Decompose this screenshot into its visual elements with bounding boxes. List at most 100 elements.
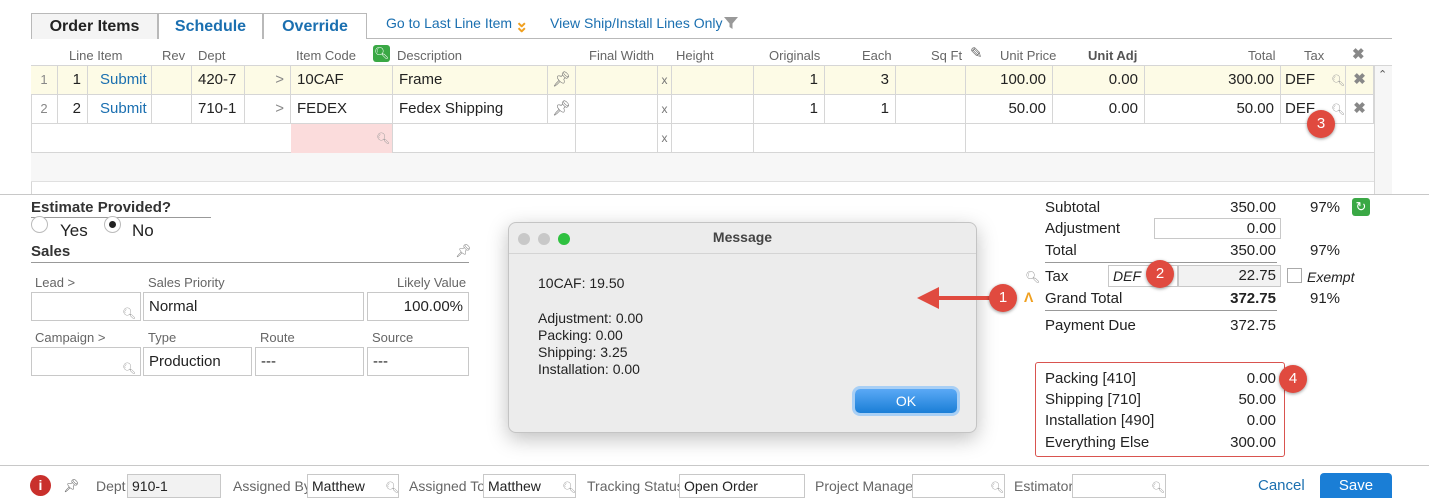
dialog-line: Adjustment: 0.00: [538, 310, 644, 326]
close-icon[interactable]: ✖: [1352, 45, 1365, 63]
breakdown-label: Installation [490]: [1045, 412, 1155, 429]
likely-value-input[interactable]: 100.00%: [367, 292, 469, 321]
each-cell[interactable]: 1: [825, 95, 896, 124]
callout-badge-3: 3: [1307, 110, 1335, 138]
radio-yes[interactable]: [31, 216, 48, 233]
grid-scrollbar[interactable]: ⌃: [1374, 66, 1392, 195]
unit-adj-cell[interactable]: 0.00: [1053, 95, 1145, 124]
save-button[interactable]: Save: [1320, 473, 1392, 498]
each-cell[interactable]: 3: [825, 66, 896, 95]
delete-row-icon[interactable]: ✖: [1346, 66, 1374, 95]
search-green-icon[interactable]: 🔍︎: [373, 45, 390, 62]
filter-icon[interactable]: [723, 15, 739, 31]
exempt-checkbox[interactable]: [1287, 268, 1302, 283]
total-cell: 300.00: [1145, 66, 1281, 95]
lead-label[interactable]: Lead >: [35, 275, 75, 290]
source-select[interactable]: ---: [367, 347, 469, 376]
sq-ft-cell[interactable]: [896, 95, 966, 124]
header-unit-price: Unit Price: [1000, 48, 1057, 63]
grand-total-value: 372.75: [1230, 290, 1276, 307]
tracking-status-field[interactable]: Open Order: [679, 474, 805, 498]
final-width-input[interactable]: [576, 124, 658, 153]
info-icon[interactable]: i: [30, 475, 51, 496]
tab-override[interactable]: Override: [263, 13, 367, 39]
originals-cell[interactable]: 1: [754, 95, 825, 124]
pin-icon[interactable]: 📌︎: [455, 243, 472, 259]
unit-price-cell[interactable]: 100.00: [966, 66, 1053, 95]
message-dialog: Message 10CAF: 19.50 Adjustment: 0.00 Pa…: [508, 222, 977, 433]
grand-divider: [1045, 310, 1277, 311]
search-icon[interactable]: 🔍︎: [1331, 74, 1345, 87]
campaign-label[interactable]: Campaign >: [35, 330, 105, 345]
item-code-cell[interactable]: 10CAF: [291, 66, 393, 95]
final-width-cell[interactable]: [576, 66, 658, 95]
breakdown-label: Shipping [710]: [1045, 391, 1141, 408]
description-cell[interactable]: Frame: [393, 66, 548, 95]
unit-adj-cell[interactable]: 0.00: [1053, 66, 1145, 95]
dept-cell[interactable]: 420-7: [192, 66, 245, 95]
header-line-item: Line Item: [69, 48, 123, 63]
item-code-cell[interactable]: FEDEX: [291, 95, 393, 124]
originals-input[interactable]: [754, 124, 966, 153]
height-cell[interactable]: [672, 95, 754, 124]
header-unit-adj: Unit Adj: [1088, 48, 1138, 63]
height-input[interactable]: [672, 124, 754, 153]
dept-cell[interactable]: 710-1: [192, 95, 245, 124]
new-entry-row[interactable]: 🔍︎ x: [31, 124, 1374, 153]
lead-input[interactable]: 🔍︎: [31, 292, 141, 321]
rev-cell[interactable]: [152, 66, 192, 95]
search-icon[interactable]: 🔍︎: [990, 481, 1004, 494]
sales-priority-select[interactable]: Normal: [143, 292, 364, 321]
tab-order-items[interactable]: Order Items: [31, 13, 158, 39]
go-to-last-line-link[interactable]: Go to Last Line Item: [386, 15, 512, 31]
height-cell[interactable]: [672, 66, 754, 95]
type-select[interactable]: Production: [143, 347, 252, 376]
originals-cell[interactable]: 1: [754, 66, 825, 95]
search-icon[interactable]: 🔍︎: [122, 356, 136, 383]
search-icon[interactable]: 🔍︎: [1151, 481, 1165, 494]
chevron-double-down-icon-2: ⌄: [515, 19, 529, 36]
search-icon[interactable]: 🔍︎: [1331, 103, 1345, 116]
sales-priority-label: Sales Priority: [148, 275, 225, 290]
subtotal-percent: 97%: [1310, 199, 1341, 216]
search-icon[interactable]: 🔍︎: [1025, 270, 1040, 284]
dept-arrow[interactable]: >: [245, 66, 291, 95]
description-input[interactable]: [393, 124, 576, 153]
rev-cell[interactable]: [152, 95, 192, 124]
pin-icon[interactable]: 📌︎: [548, 66, 576, 95]
search-icon[interactable]: 🔍︎: [122, 301, 136, 328]
submit-link[interactable]: Submit: [88, 66, 152, 95]
pin-icon[interactable]: 📌︎: [63, 478, 80, 494]
table-row[interactable]: 2 2 Submit 710-1 > FEDEX Fedex Shipping …: [31, 95, 1374, 124]
refresh-icon[interactable]: ↻: [1352, 198, 1370, 216]
radio-no[interactable]: [104, 216, 121, 233]
campaign-input[interactable]: 🔍︎: [31, 347, 141, 376]
view-ship-install-link[interactable]: View Ship/Install Lines Only: [550, 15, 723, 31]
ok-button[interactable]: OK: [855, 389, 957, 413]
tab-schedule[interactable]: Schedule: [158, 13, 263, 39]
search-icon[interactable]: 🔍︎: [562, 481, 576, 494]
dialog-line: Installation: 0.00: [538, 361, 640, 377]
submit-link[interactable]: Submit: [88, 95, 152, 124]
cancel-button[interactable]: Cancel: [1258, 477, 1305, 494]
route-select[interactable]: ---: [255, 347, 364, 376]
breakdown-value: 0.00: [1246, 370, 1276, 387]
delete-row-icon[interactable]: ✖: [1346, 95, 1374, 124]
scroll-up-icon[interactable]: ⌃: [1378, 68, 1387, 81]
sales-title: Sales: [31, 243, 71, 260]
search-icon[interactable]: 🔍︎: [385, 481, 399, 494]
dept-arrow[interactable]: >: [245, 95, 291, 124]
callout-badge-1: 1: [989, 284, 1017, 312]
warning-icon[interactable]: Λ: [1024, 289, 1033, 305]
description-cell[interactable]: Fedex Shipping: [393, 95, 548, 124]
pin-icon[interactable]: 📌︎: [548, 95, 576, 124]
adjustment-input[interactable]: 0.00: [1154, 218, 1281, 239]
final-width-cell[interactable]: [576, 95, 658, 124]
pencil-icon[interactable]: ✎: [970, 44, 983, 62]
subtotal-value: 350.00: [1230, 199, 1276, 216]
search-icon[interactable]: 🔍︎: [376, 132, 390, 145]
table-row[interactable]: 1 1 Submit 420-7 > 10CAF Frame 📌︎ x 1 3 …: [31, 66, 1374, 95]
dept-field[interactable]: 910-1: [127, 474, 221, 498]
unit-price-cell[interactable]: 50.00: [966, 95, 1053, 124]
sq-ft-cell[interactable]: [896, 66, 966, 95]
